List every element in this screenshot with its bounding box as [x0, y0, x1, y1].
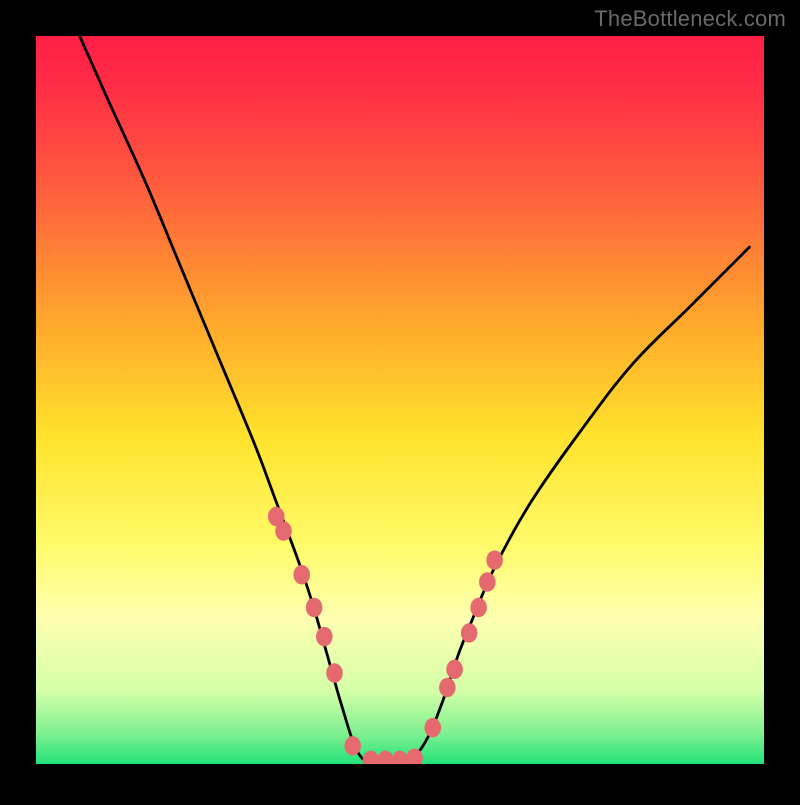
- curve-marker: [461, 623, 478, 642]
- curve-marker: [439, 678, 456, 697]
- curve-marker: [326, 663, 343, 682]
- curve-marker: [424, 718, 441, 737]
- curve-marker: [275, 521, 292, 540]
- curve-marker: [306, 598, 323, 617]
- curve-marker: [479, 572, 496, 591]
- gradient-background: [36, 36, 764, 764]
- curve-marker: [446, 660, 463, 679]
- chart-container: TheBottleneck.com: [0, 0, 800, 800]
- curve-marker: [316, 627, 333, 646]
- curve-marker: [293, 565, 310, 584]
- watermark-text: TheBottleneck.com: [594, 6, 786, 32]
- bottleneck-chart: [0, 0, 800, 800]
- curve-marker: [486, 550, 503, 569]
- curve-marker: [470, 598, 487, 617]
- curve-marker: [344, 736, 361, 755]
